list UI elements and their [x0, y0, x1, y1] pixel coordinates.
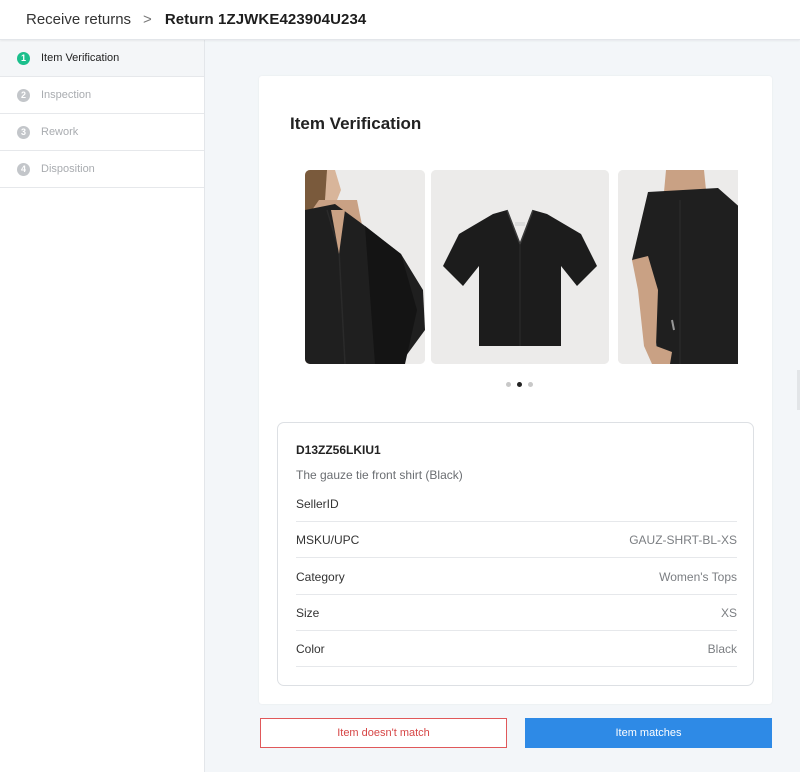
field-label: Color — [296, 641, 325, 656]
step-label: Rework — [41, 126, 79, 138]
carousel-dot[interactable] — [506, 382, 511, 387]
step-number-badge: 3 — [17, 125, 30, 139]
size-row: Size XS — [296, 595, 737, 631]
field-label: MSKU/UPC — [296, 532, 360, 547]
step-number-badge: 4 — [17, 162, 30, 176]
field-value: XS — [720, 605, 737, 620]
step-label: Item Verification — [41, 52, 120, 64]
field-value: Women's Tops — [659, 569, 737, 584]
model-back-photo[interactable] — [618, 170, 738, 364]
seller-id-row: SellerID — [296, 486, 737, 522]
item-id: D13ZZ56LKIU1 — [296, 443, 381, 457]
step-rework[interactable]: 3 Rework — [0, 114, 204, 151]
top-header: Receive returns > Return 1ZJWKE423904U23… — [0, 0, 800, 40]
card-title: Item Verification — [290, 114, 422, 133]
field-label: SellerID — [296, 496, 339, 511]
msku-row: MSKU/UPC GAUZ-SHRT-BL-XS — [296, 522, 737, 558]
step-label: Inspection — [41, 89, 92, 101]
step-item-verification[interactable]: 1 Item Verification — [0, 40, 204, 77]
carousel-dot-active[interactable] — [517, 382, 522, 387]
item-description: The gauze tie front shirt (Black) — [296, 468, 463, 482]
steps-sidebar: 1 Item Verification 2 Inspection 3 Rewor… — [0, 40, 205, 772]
item-matches-button[interactable]: Item matches — [525, 718, 772, 748]
verification-card: Item Verification D13ZZ56LKIU1 The gauze… — [259, 76, 772, 704]
category-row: Category Women's Tops — [296, 559, 737, 595]
field-value: GAUZ-SHRT-BL-XS — [629, 532, 737, 547]
step-label: Disposition — [41, 163, 95, 175]
page-title: Return 1ZJWKE423904U234 — [164, 11, 367, 28]
item-doesnt-match-button[interactable]: Item doesn't match — [260, 718, 507, 748]
carousel-pagination — [506, 382, 533, 387]
carousel-dot[interactable] — [528, 382, 533, 387]
step-inspection[interactable]: 2 Inspection — [0, 77, 204, 114]
main-content: Item Verification D13ZZ56LKIU1 The gauze… — [205, 40, 800, 772]
item-details-panel: D13ZZ56LKIU1 The gauze tie front shirt (… — [277, 422, 754, 686]
step-number-badge: 2 — [17, 88, 30, 102]
image-carousel[interactable] — [305, 170, 738, 364]
model-front-closeup-photo[interactable] — [305, 170, 425, 364]
field-label: Size — [296, 605, 320, 620]
black-shirt-product-photo[interactable] — [431, 170, 609, 364]
step-disposition[interactable]: 4 Disposition — [0, 151, 204, 188]
field-label: Category — [296, 569, 345, 584]
breadcrumb-receive-returns[interactable]: Receive returns — [26, 11, 131, 28]
breadcrumb-separator: > — [143, 11, 152, 28]
field-value: Black — [707, 641, 737, 656]
step-number-badge: 1 — [17, 51, 30, 65]
color-row: Color Black — [296, 631, 737, 667]
